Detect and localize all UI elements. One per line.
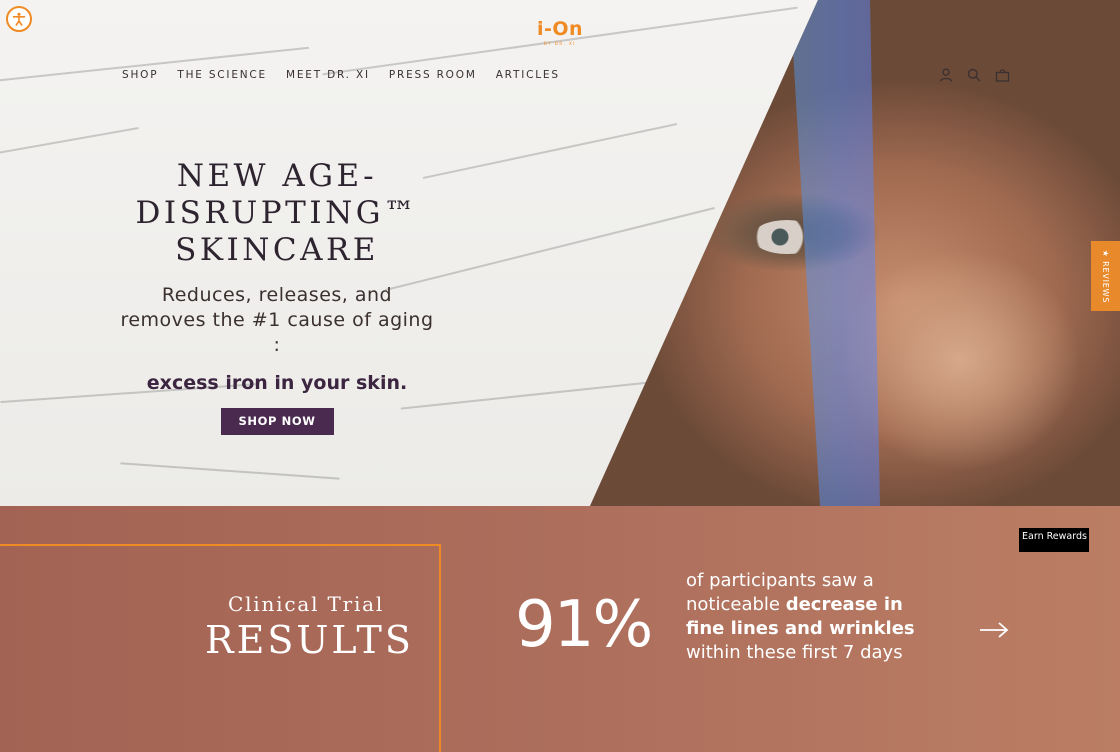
nav-press-room[interactable]: PRESS ROOM	[389, 69, 477, 81]
nav-meet-dr-xi[interactable]: MEET DR. XI	[286, 69, 370, 81]
nav-the-science[interactable]: THE SCIENCE	[177, 69, 267, 81]
results-desc-part-2: within these first 7 days	[686, 642, 903, 663]
hero-headline: NEW AGE-DISRUPTING™ SKINCARE	[135, 158, 419, 268]
reviews-tab-label: ★ REVIEWS	[1101, 249, 1110, 303]
hero-copy: NEW AGE-DISRUPTING™ SKINCARE Reduces, re…	[118, 158, 436, 435]
search-icon[interactable]	[966, 67, 982, 83]
shop-now-button[interactable]: SHOP NOW	[220, 408, 334, 435]
hero-emphasis: excess iron in your skin.	[146, 372, 408, 394]
background-streak	[120, 462, 340, 480]
brand-logo[interactable]: i-On BY DR. XI	[520, 18, 600, 46]
next-arrow-button[interactable]	[978, 618, 1010, 642]
accessibility-icon	[12, 12, 26, 26]
utility-nav	[938, 67, 1010, 83]
clinical-results-band: Clinical Trial RESULTS 91% of participan…	[0, 506, 1120, 752]
results-description: of participants saw a noticeable decreas…	[686, 569, 916, 665]
main-nav: SHOP THE SCIENCE MEET DR. XI PRESS ROOM …	[122, 69, 560, 81]
earn-rewards-button[interactable]: Earn Rewards	[1019, 528, 1089, 552]
results-small-title: Clinical Trial	[228, 592, 385, 616]
accessibility-button[interactable]	[6, 6, 32, 32]
background-streak	[422, 122, 678, 180]
logo-subtext: BY DR. XI	[544, 41, 576, 46]
hero-eye-detail	[752, 220, 822, 254]
reviews-tab[interactable]: ★ REVIEWS	[1091, 241, 1120, 311]
nav-articles[interactable]: ARTICLES	[496, 69, 560, 81]
nav-shop[interactable]: SHOP	[122, 69, 158, 81]
background-streak	[400, 380, 660, 410]
arrow-right-icon	[980, 622, 1009, 638]
hero-subline: Reduces, releases, and removes the #1 ca…	[120, 284, 434, 356]
cart-icon[interactable]	[994, 67, 1010, 83]
results-big-title: RESULTS	[205, 618, 414, 662]
account-icon[interactable]	[938, 67, 954, 83]
logo-text: i-On	[536, 18, 584, 40]
results-stat: 91%	[515, 588, 653, 662]
background-streak	[0, 126, 140, 156]
